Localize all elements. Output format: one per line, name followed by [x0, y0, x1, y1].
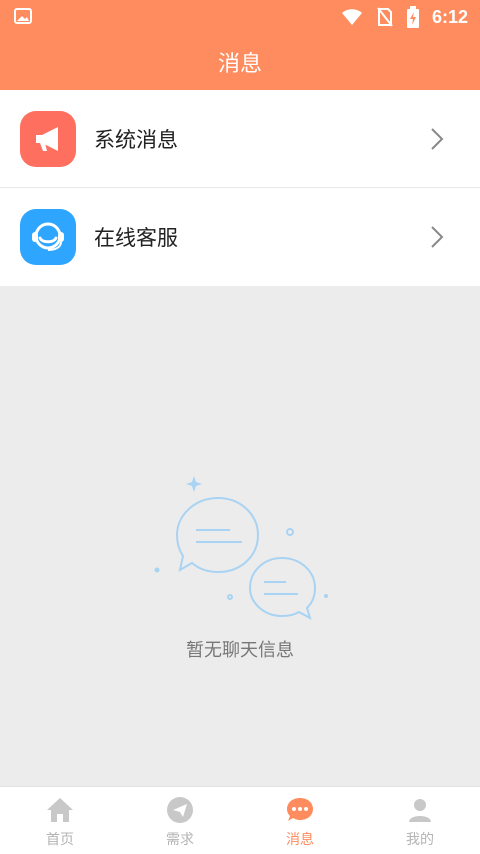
app-header: 消息 — [0, 34, 480, 90]
image-notification-icon — [14, 8, 32, 24]
online-service-label: 在线客服 — [94, 226, 178, 250]
status-bar: 6:12 — [0, 0, 480, 34]
tab-mine-label: 我的 — [406, 832, 434, 848]
tab-home[interactable]: 首页 — [0, 787, 120, 854]
tab-messages[interactable]: 消息 — [240, 787, 360, 854]
chat-bubbles-icon — [154, 476, 328, 620]
tab-mine[interactable]: 我的 — [360, 787, 480, 854]
tab-messages-label: 消息 — [286, 832, 314, 848]
tab-home-label: 首页 — [46, 832, 74, 848]
page-title: 消息 — [217, 52, 262, 77]
user-icon — [404, 795, 436, 825]
system-messages-item[interactable]: 系统消息 — [0, 90, 480, 188]
empty-state-text: 暂无聊天信息 — [186, 640, 294, 661]
online-service-item[interactable]: 在线客服 — [0, 188, 480, 286]
bottom-tab-bar: 首页 需求 消息 我的 — [0, 786, 480, 854]
wifi-icon — [341, 9, 362, 25]
headset-icon — [20, 209, 76, 265]
battery-charging-icon — [406, 6, 419, 28]
no-sim-icon — [377, 7, 393, 27]
system-messages-label: 系统消息 — [94, 127, 178, 152]
status-time: 6:12 — [431, 6, 468, 27]
chevron-right-icon — [431, 226, 444, 248]
message-menu: 系统消息 在线客服 — [0, 90, 480, 286]
paper-plane-icon — [164, 795, 196, 825]
message-icon — [284, 795, 316, 825]
home-icon — [44, 795, 76, 825]
megaphone-icon — [20, 110, 76, 167]
tab-needs[interactable]: 需求 — [120, 787, 240, 854]
tab-needs-label: 需求 — [166, 832, 194, 848]
chevron-right-icon — [431, 127, 444, 150]
